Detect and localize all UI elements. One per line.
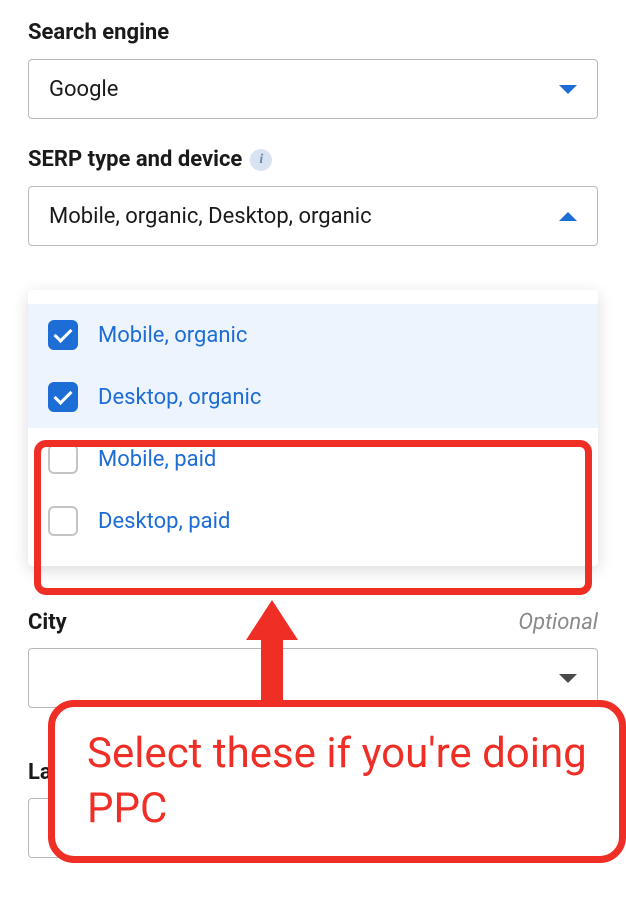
city-label: City [28,610,67,635]
chevron-down-icon [559,85,577,94]
search-engine-value: Google [49,77,118,102]
option-mobile-organic[interactable]: Mobile, organic [28,304,598,366]
search-engine-label: Search engine [28,20,598,45]
checkbox-mobile-organic[interactable] [48,320,78,350]
annotation-arrow [246,600,298,710]
search-engine-select[interactable]: Google [28,59,598,119]
option-label: Mobile, organic [98,323,247,348]
serp-type-label-text: SERP type and device [28,147,242,172]
city-select[interactable] [28,648,598,708]
option-desktop-organic[interactable]: Desktop, organic [28,366,598,428]
annotation-callout: Select these if you're doing PPC [48,700,626,863]
annotation-text: Select these if you're doing PPC [87,727,587,836]
annotation-highlight-box [34,440,592,595]
info-icon[interactable]: i [250,149,272,171]
chevron-up-icon [559,212,577,221]
serp-type-value: Mobile, organic, Desktop, organic [49,204,372,229]
city-optional-label: Optional [518,610,598,635]
checkbox-desktop-organic[interactable] [48,382,78,412]
serp-type-select[interactable]: Mobile, organic, Desktop, organic [28,186,598,246]
chevron-down-icon [559,674,577,683]
option-label: Desktop, organic [98,385,261,410]
serp-type-label: SERP type and device i [28,147,598,172]
